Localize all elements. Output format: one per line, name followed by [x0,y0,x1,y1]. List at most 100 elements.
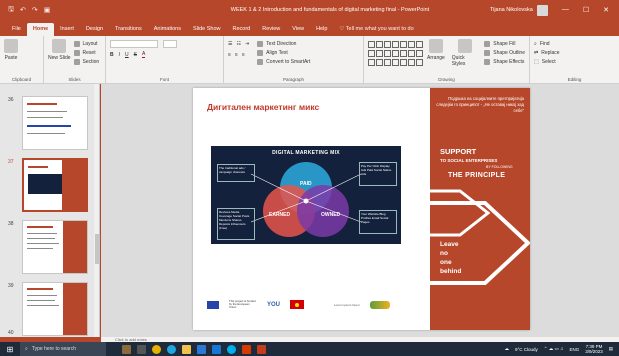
venn-earned-label: EARNED [269,212,291,218]
indent-icon[interactable]: ⇥ [245,41,249,47]
dm-box-top-right: Pay Per Click Display Ads Paid Social Na… [359,162,397,186]
edge-icon[interactable] [167,344,176,354]
slide-editor[interactable]: Дигитален маркетинг микс DIGITAL MARKETI… [101,84,619,337]
undo-icon[interactable]: ↶ [20,6,26,14]
explorer-icon[interactable] [182,344,191,354]
mail-icon[interactable] [212,344,221,354]
new-slide-button[interactable]: New Slide [48,39,71,66]
reset-label: Reset [82,49,96,56]
shapes-gallery[interactable] [368,41,423,67]
digital-marketing-mix-image[interactable]: DIGITAL MARKETING MIX PAID EARNED OWNED … [211,146,401,244]
weather-text[interactable]: 9°C Cloudy [515,347,538,352]
avatar[interactable] [536,4,548,16]
thumbnail-scrollbar[interactable] [94,84,99,337]
clock[interactable]: 7:39 PM 3/9/2023 [585,344,603,354]
tray-icons[interactable]: ⌃ ☁ ▭ ♫ [544,346,564,352]
editing-label: Editing [567,77,582,82]
shape-fill-button[interactable]: Shape Fill [484,39,525,48]
tell-me-search[interactable]: ♡ Tell me what you want to do [333,23,419,36]
taskbar-search[interactable]: ⌕ Type here to search [20,342,106,356]
select-button[interactable]: ⬚ Select [534,57,615,66]
italic-icon[interactable]: I [119,52,120,58]
tab-insert[interactable]: Insert [54,23,80,36]
tab-transitions[interactable]: Transitions [109,23,148,36]
ribbon: Paste Clipboard New Slide Layout Reset S… [0,36,619,84]
strikethrough-icon[interactable]: S [134,52,137,58]
font-family-select[interactable] [110,39,158,48]
scrollbar-thumb[interactable] [95,234,99,264]
app-icon-red[interactable] [242,344,251,354]
bold-icon[interactable]: B [110,52,114,58]
numbering-icon[interactable]: ☷ [236,41,240,47]
skype-icon[interactable] [227,344,236,354]
replace-button[interactable]: ⇄ Replace [534,48,615,57]
slide-thumbnail[interactable]: 39 [0,280,99,337]
reset-button[interactable]: Reset [73,48,100,57]
slide-title[interactable]: Дигитален маркетинг микс [207,102,319,112]
tab-slide-show[interactable]: Slide Show [187,23,227,36]
new-slide-icon [52,39,67,53]
notification-icon[interactable]: ▤ [609,346,613,352]
slide-thumb-image[interactable] [22,158,88,212]
align-right-icon[interactable]: ≡ [242,52,245,58]
align-center-icon[interactable]: ≡ [235,52,238,58]
find-button[interactable]: ⌕ Find [534,39,615,48]
paste-icon [4,39,18,53]
windows-start-icon[interactable]: ⊞ [0,342,20,356]
shape-outline-button[interactable]: Shape Outline [484,48,525,57]
select-label: Select [541,58,556,65]
tab-animations[interactable]: Animations [148,23,187,36]
tab-record[interactable]: Record [227,23,257,36]
powerpoint-icon[interactable] [257,344,266,354]
slide-thumbnail[interactable]: 36 [0,94,99,154]
slide-thumb-image[interactable] [22,96,88,150]
redo-icon[interactable]: ↷ [32,6,38,14]
slide-number: 38 [8,221,14,227]
language-indicator[interactable]: ENG [569,347,579,352]
weather-icon[interactable]: ☁ [504,346,509,352]
font-size-select[interactable] [163,39,177,48]
chrome-icon[interactable] [152,344,161,354]
shape-effects-button[interactable]: Shape Effects [484,57,525,66]
minimize-button[interactable]: — [562,6,569,14]
text-direction-button[interactable]: Text Direction [257,39,310,48]
slide-thumbnail[interactable]: 38 [0,218,99,278]
slide-thumbnail-current[interactable]: 37 [0,156,99,216]
behind-word: behind [440,268,462,275]
tab-home[interactable]: Home [26,23,55,36]
paste-button[interactable]: Paste [4,39,18,61]
align-text-button[interactable]: Align Text [257,48,310,57]
current-slide[interactable]: Дигитален маркетинг микс DIGITAL MARKETI… [193,88,530,330]
tab-file[interactable]: File [6,23,27,36]
font-color-icon[interactable]: A [141,51,146,58]
convert-smartart-button[interactable]: Convert to SmartArt [257,57,310,66]
align-left-icon[interactable]: ≡ [228,52,231,58]
store-icon[interactable] [197,344,206,354]
underline-icon[interactable]: U [125,52,129,58]
tab-view[interactable]: View [286,23,310,36]
bullets-icon[interactable]: ☰ [228,41,232,47]
leave-no-one-behind: Leave no one behind [440,240,461,276]
slide-number: 37 [8,159,14,165]
task-view-icon[interactable] [137,344,146,354]
tab-help[interactable]: Help [310,23,333,36]
arrange-button[interactable]: Arrange [427,39,445,67]
user-account[interactable]: Tijana Nikolovska [490,4,548,16]
red-side-panel[interactable]: Подршка на социјалните претпријатија сле… [430,88,530,330]
present-icon[interactable]: ▣ [44,6,51,14]
window-title: WEEK 1 & 2 Introduction and fundamentals… [230,7,430,13]
maximize-button[interactable]: ☐ [583,6,589,14]
layout-button[interactable]: Layout [73,39,100,48]
slide-thumb-image[interactable] [22,282,88,336]
eu-flag-logo [207,300,219,309]
slide-thumb-image[interactable] [22,220,88,274]
tab-review[interactable]: Review [256,23,286,36]
tab-design[interactable]: Design [80,23,109,36]
dm-box-bottom-left: Reviews Media Coverage Social Posts Ment… [217,208,255,240]
quick-styles-button[interactable]: Quick Styles [452,39,478,67]
app-icon-people[interactable] [122,344,131,354]
section-button[interactable]: Section [73,57,99,66]
close-button[interactable]: ✕ [603,6,609,14]
principle-quote: Подршка на социјалните претпријатија сле… [436,96,524,113]
save-icon[interactable]: 🖫 [8,5,14,16]
